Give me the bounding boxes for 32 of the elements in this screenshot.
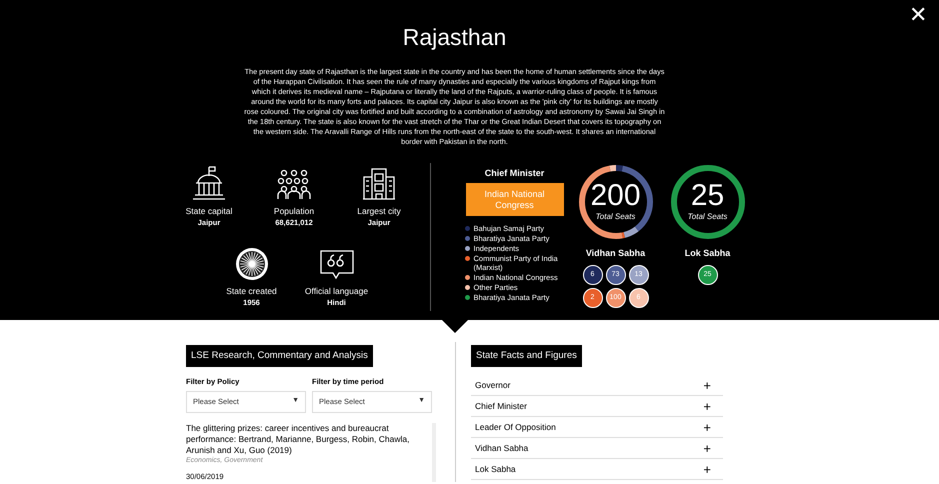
government-building-icon — [192, 164, 226, 200]
total-seats-label: Total Seats — [596, 210, 636, 222]
expand-icon: + — [703, 396, 711, 416]
expand-icon: + — [703, 438, 711, 458]
expand-icon: + — [703, 376, 711, 395]
article-title[interactable]: The glittering prizes: career incentives and bureaucrat performance: Bertrand, Marianne, Burgess, Robin, Chawla, Arunish and Xu, Guo (2019) — [186, 422, 426, 456]
accordion-item[interactable]: Leader Of Opposition + — [471, 417, 723, 438]
wheel-emblem-icon — [234, 246, 268, 280]
fact-label: Population — [274, 204, 314, 218]
fact-label: State created — [226, 284, 277, 298]
house-name: Lok Sabha — [684, 246, 730, 260]
section-heading: State Facts and Figures — [471, 345, 582, 368]
total-seats-label: Total Seats — [688, 210, 728, 222]
accordion-item[interactable]: Lok Sabha + — [471, 459, 723, 480]
fact-label: Largest city — [357, 204, 401, 218]
accordion-item[interactable]: Chief Minister + — [471, 396, 723, 418]
fact-label: Official language — [304, 284, 368, 298]
speech-bubble-icon — [318, 248, 354, 280]
total-seats-number: 25 — [690, 180, 724, 210]
close-button[interactable]: ✕ — [909, 4, 927, 26]
crowd-icon — [276, 168, 312, 200]
total-seats-number: 200 — [590, 180, 641, 210]
page-title: Rajasthan — [402, 23, 506, 52]
accordion-item[interactable]: Vidhan Sabha + — [471, 438, 723, 460]
expand-icon: + — [703, 418, 711, 437]
section-heading: LSE Research, Commentary and Analysis — [186, 345, 373, 368]
accordion-item[interactable]: Governor + — [471, 375, 723, 396]
chief-minister-party: Indian National Congress — [466, 183, 564, 216]
expand-icon: + — [703, 460, 711, 479]
house-name: Vidhan Sabha — [586, 246, 646, 260]
fact-label: State capital — [186, 204, 232, 218]
chief-minister-heading: Chief Minister — [484, 166, 544, 180]
